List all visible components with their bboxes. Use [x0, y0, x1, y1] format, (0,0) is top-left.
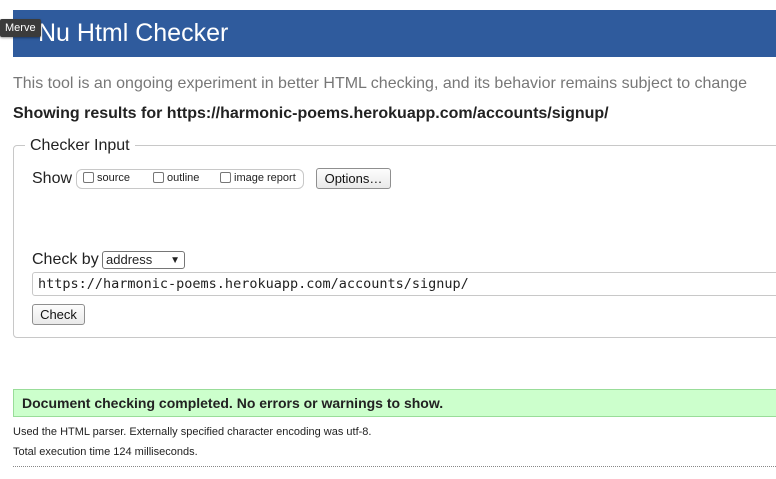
parser-info: Used the HTML parser. Externally specifi…	[13, 426, 372, 438]
header-bar: Nu Html Checker	[13, 10, 776, 57]
show-outline-option[interactable]: outline	[153, 172, 199, 184]
image-report-label: image report	[234, 172, 296, 184]
page-title: Nu Html Checker	[38, 19, 229, 47]
chevron-down-icon: ▼	[170, 255, 180, 266]
page: Nu Html Checker Merve This tool is an on…	[0, 0, 776, 479]
check-by-selected-value: address	[106, 252, 153, 267]
intro-text: This tool is an ongoing experiment in be…	[13, 75, 748, 92]
show-image-report-option[interactable]: image report	[220, 172, 296, 184]
check-button[interactable]: Check	[32, 304, 85, 325]
check-by-label: Check by	[32, 251, 99, 268]
results-heading: Showing results for https://harmonic-poe…	[13, 105, 609, 122]
show-label: Show	[32, 170, 73, 187]
source-label: source	[97, 172, 131, 184]
tooltip: Merve	[0, 19, 41, 37]
image-report-checkbox[interactable]	[220, 172, 231, 183]
show-options-group: source outline image report	[76, 169, 304, 189]
execution-time: Total execution time 124 milliseconds.	[13, 446, 198, 458]
checker-input-fieldset: Checker Input Show source outline image …	[13, 137, 776, 338]
source-checkbox[interactable]	[83, 172, 94, 183]
checker-input-legend: Checker Input	[25, 137, 135, 155]
outline-checkbox[interactable]	[153, 172, 164, 183]
divider	[13, 466, 776, 467]
success-message: Document checking completed. No errors o…	[13, 389, 776, 417]
show-source-option[interactable]: source	[83, 172, 130, 184]
options-button[interactable]: Options…	[316, 168, 391, 189]
outline-label: outline	[167, 172, 200, 184]
check-by-select[interactable]: address ▼	[102, 251, 185, 269]
url-input[interactable]: https://harmonic-poems.herokuapp.com/acc…	[32, 272, 776, 296]
